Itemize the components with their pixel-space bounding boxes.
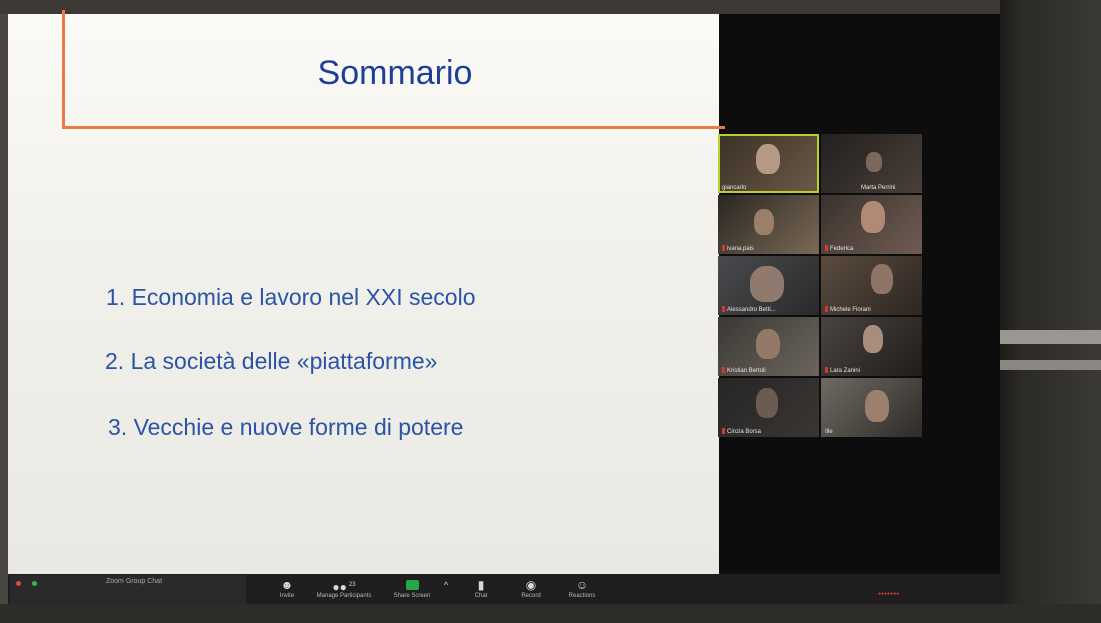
slide-item-3: 3. Vecchie e nuove forme di potere (108, 414, 464, 440)
participant-video (863, 325, 883, 353)
mic-muted-icon (722, 245, 725, 251)
share-screen-icon (405, 580, 419, 590)
participant-tile-kristian[interactable]: Kristian Bertoli (718, 317, 819, 376)
chat-icon: ▮ (477, 578, 485, 592)
mic-muted-icon (825, 245, 828, 251)
monitor-bezel-bottom (0, 604, 1101, 623)
participant-video (756, 329, 780, 359)
participant-name: Federica (830, 246, 854, 252)
participant-tile-giancarlo[interactable]: giancarlo (718, 134, 819, 193)
chat-button[interactable]: ▮ Chat (466, 577, 496, 605)
participant-name: Lara Zanini (830, 368, 861, 374)
reactions-icon: ☺ (575, 578, 589, 592)
participant-video (756, 144, 780, 174)
participants-count: 23 (348, 582, 356, 588)
chevron-up-icon: ^ (443, 580, 449, 590)
chat-label: Chat (474, 593, 488, 599)
background-stripe (1000, 330, 1101, 344)
slide-title-box: Sommario (62, 10, 725, 129)
shared-slide: Sommario 1. Economia e lavoro nel XXI se… (8, 10, 725, 574)
participant-name: Alessandro Betti... (727, 307, 776, 313)
share-screen-button[interactable]: Share Screen (388, 577, 436, 605)
mic-muted-icon (722, 306, 725, 312)
close-dot-icon[interactable] (16, 581, 21, 586)
record-icon: ◉ (525, 578, 537, 592)
participant-video (750, 266, 784, 302)
maximize-dot-icon[interactable] (32, 581, 37, 586)
participant-name: ivana.pais (727, 246, 755, 252)
share-screen-label: Share Screen (393, 593, 431, 599)
participant-video (754, 209, 774, 235)
slide-item-1: 1. Economia e lavoro nel XXI secolo (106, 284, 476, 310)
participant-name: giancarlo (722, 185, 747, 191)
mic-muted-icon (825, 367, 828, 373)
participant-video (866, 152, 882, 172)
background-wall (1000, 0, 1101, 623)
recording-indicator: ●●●●●●● (878, 591, 900, 597)
participant-tile-ivana[interactable]: ivana.pais (718, 195, 819, 254)
participant-tile-marta[interactable]: Marta Perrini (821, 134, 922, 193)
chat-window-title: Zoom Group Chat (106, 578, 163, 585)
participant-tile-lara[interactable]: Lara Zanini (821, 317, 922, 376)
zoom-meeting-window: Sommario 1. Economia e lavoro nel XXI se… (8, 10, 1000, 606)
reactions-label: Reactions (568, 593, 596, 599)
participant-video (861, 201, 885, 233)
reactions-button[interactable]: ☺ Reactions (564, 577, 600, 605)
participant-video (756, 388, 778, 418)
manage-participants-label: Manage Participants (316, 593, 372, 599)
invite-icon: ☻ (280, 578, 294, 592)
invite-button[interactable]: ☻ Invite (270, 577, 304, 605)
record-button[interactable]: ◉ Record (516, 577, 546, 605)
slide-title: Sommario (317, 54, 473, 92)
participant-name: Marta Perrini (861, 185, 896, 191)
participant-video (865, 390, 889, 422)
participant-tile-cinzia[interactable]: Cinzia Borsa (718, 378, 819, 437)
mic-muted-icon (722, 367, 725, 373)
background-stripe-2 (1000, 360, 1101, 370)
mic-muted-icon (825, 306, 828, 312)
participant-name: Kristian Bertoli (727, 368, 766, 374)
invite-label: Invite (279, 593, 295, 599)
manage-participants-button[interactable]: ●● 23 Manage Participants (308, 577, 380, 605)
chat-window[interactable]: Zoom Group Chat (10, 575, 246, 606)
participants-icon: ●● (332, 580, 347, 594)
participant-name: Ille (825, 429, 833, 435)
record-label: Record (521, 593, 541, 599)
participant-tile-ille[interactable]: Ille (821, 378, 922, 437)
participant-name: Cinzia Borsa (727, 429, 762, 435)
participant-tile-michele[interactable]: Michele Fiorani (821, 256, 922, 315)
share-options-button[interactable]: ^ (440, 577, 452, 605)
mic-muted-icon (722, 428, 725, 434)
slide-item-2: 2. La società delle «piattaforme» (105, 348, 438, 374)
participant-tile-federica[interactable]: Federica (821, 195, 922, 254)
participant-name: Michele Fiorani (830, 307, 871, 313)
participant-tile-alessandro[interactable]: Alessandro Betti... (718, 256, 819, 315)
participant-video (871, 264, 893, 294)
